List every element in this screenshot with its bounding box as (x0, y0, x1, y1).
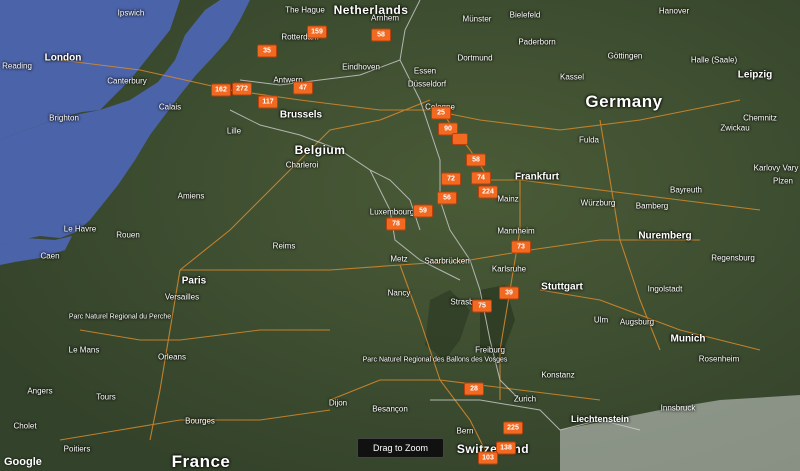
cluster-marker[interactable]: 78 (386, 217, 406, 231)
cluster-marker[interactable]: 159 (307, 25, 327, 39)
cluster-marker[interactable]: 28 (464, 382, 484, 396)
cluster-marker[interactable]: 162 (211, 83, 231, 97)
google-logo: Google (4, 456, 42, 468)
cluster-marker[interactable]: 272 (232, 82, 252, 96)
cluster-marker[interactable]: 75 (472, 299, 492, 313)
map-view[interactable]: Netherlands Germany Belgium France Switz… (0, 0, 800, 471)
cluster-marker[interactable]: 138 (496, 441, 516, 455)
cluster-marker[interactable]: 59 (413, 204, 433, 218)
cluster-marker[interactable]: 58 (466, 153, 486, 167)
cluster-marker[interactable]: 103 (478, 451, 498, 465)
cluster-marker[interactable]: 73 (511, 240, 531, 254)
cluster-marker[interactable]: 47 (293, 81, 313, 95)
cluster-marker[interactable]: 56 (437, 191, 457, 205)
cluster-marker[interactable]: 117 (258, 95, 278, 109)
drag-to-zoom-button[interactable]: Drag to Zoom (357, 438, 444, 458)
cluster-marker[interactable] (452, 133, 468, 145)
cluster-marker[interactable]: 224 (478, 185, 498, 199)
map-terrain[interactable] (0, 0, 800, 471)
cluster-marker[interactable]: 72 (441, 172, 461, 186)
cluster-marker[interactable]: 74 (471, 171, 491, 185)
cluster-marker[interactable]: 39 (499, 286, 519, 300)
cluster-marker[interactable]: 225 (503, 421, 523, 435)
cluster-marker[interactable]: 58 (371, 28, 391, 42)
cluster-marker[interactable]: 35 (257, 44, 277, 58)
cluster-marker[interactable]: 25 (431, 106, 451, 120)
